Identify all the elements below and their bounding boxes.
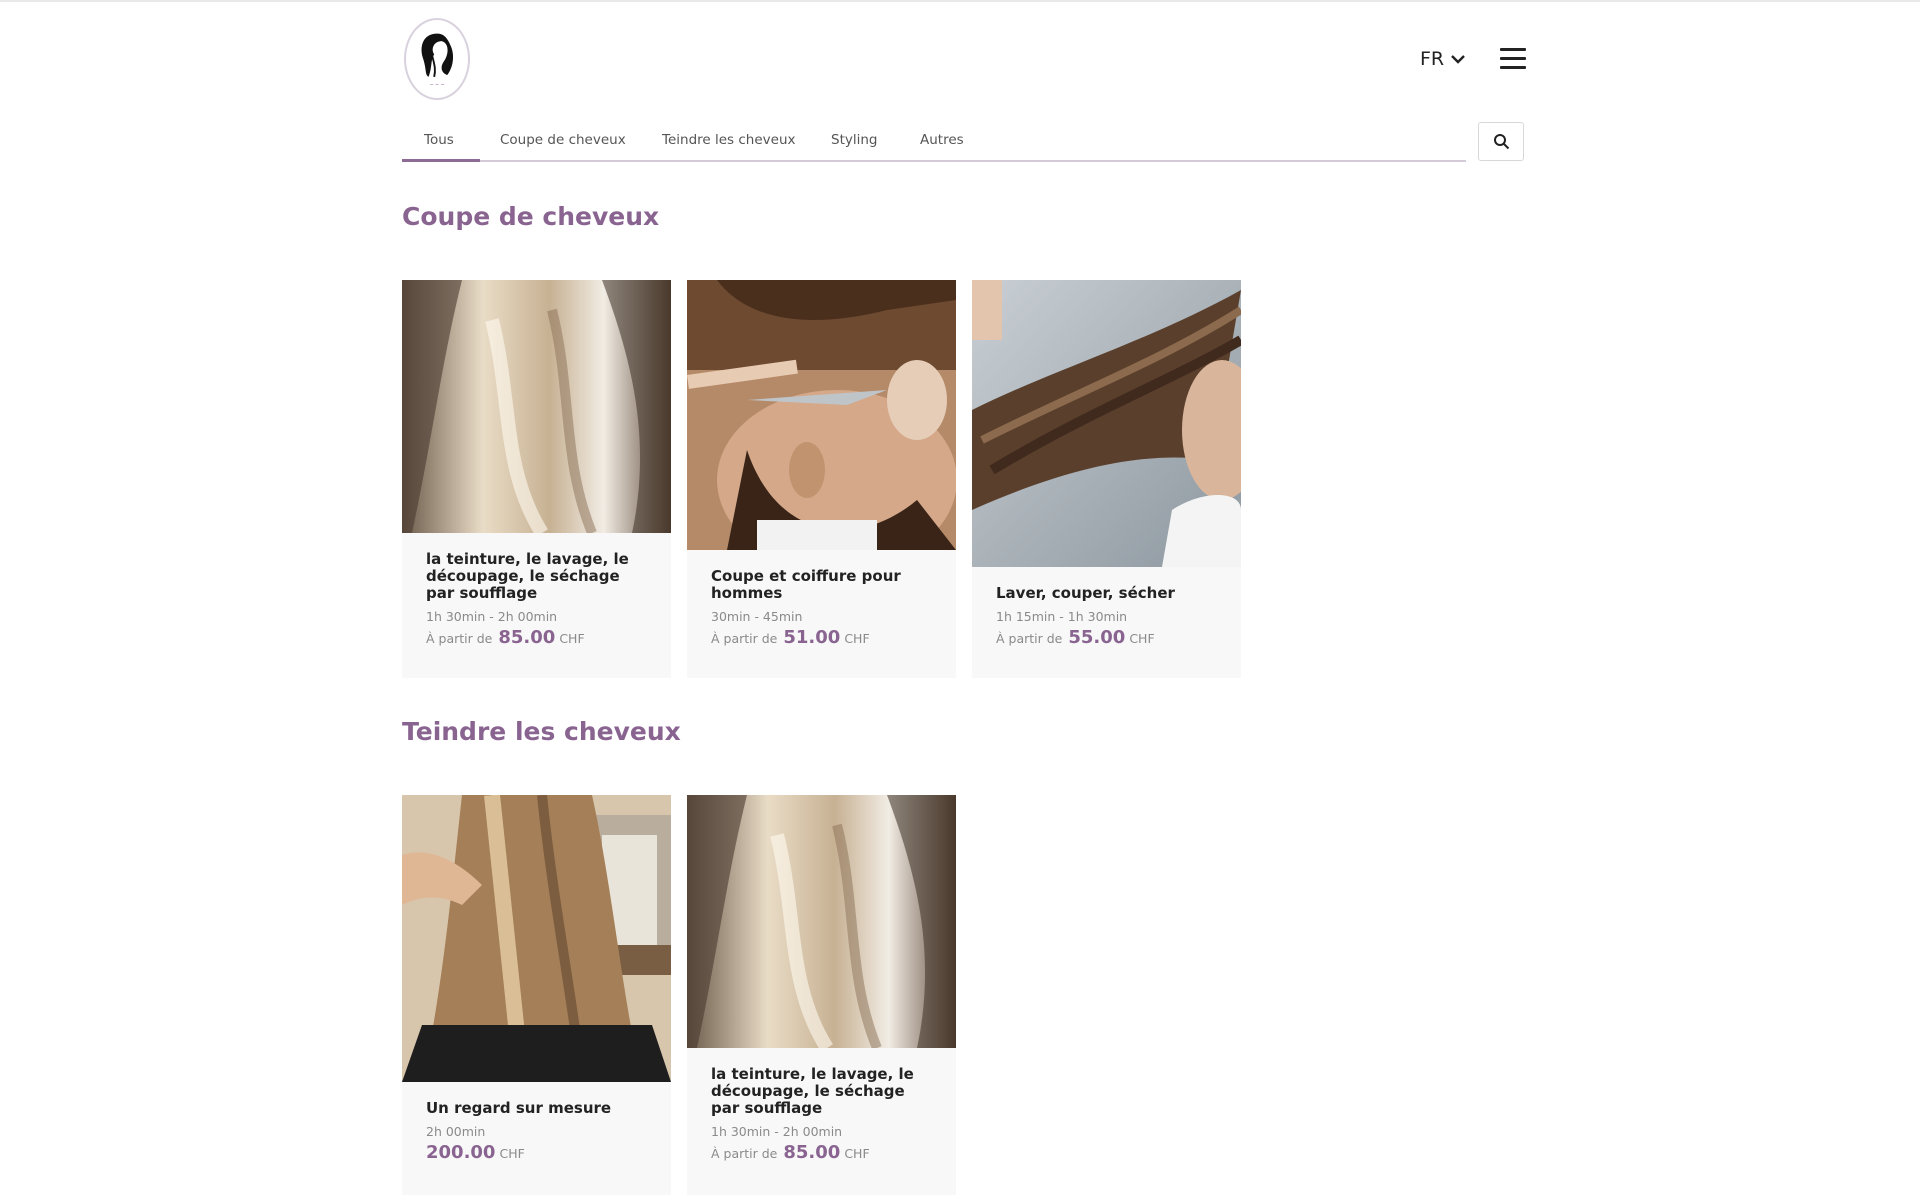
price-row: À partir de 51.00 CHF (711, 627, 932, 648)
salon-logo[interactable]: ~ ~ ~ (404, 18, 470, 100)
service-duration: 1h 15min - 1h 30min (996, 609, 1128, 624)
balayage-hair-image (687, 795, 956, 1048)
tab-coupe-de-cheveux[interactable]: Coupe de cheveux (500, 132, 626, 148)
service-price: 55.00 (1068, 627, 1126, 648)
chevron-down-icon (1451, 55, 1465, 64)
service-title: Coupe et coiffure pour hommes (711, 567, 901, 602)
price-from-label: À partir de (426, 631, 493, 646)
balayage-hair-image (402, 280, 671, 533)
service-price: 85.00 (498, 627, 556, 648)
svg-text:~ ~ ~: ~ ~ ~ (430, 83, 445, 88)
service-duration: 30min - 45min (711, 609, 803, 624)
top-divider (0, 0, 1920, 2)
service-card[interactable]: la teinture, le lavage, le découpage, le… (687, 795, 956, 1195)
service-duration: 1h 30min - 2h 00min (426, 609, 558, 624)
section-title-teindre: Teindre les cheveux (402, 717, 681, 746)
category-tabs: Tous Coupe de cheveux Teindre les cheveu… (402, 124, 1466, 162)
straight-hair-image (402, 795, 671, 1082)
service-duration: 2h 00min (426, 1124, 486, 1139)
price-from-label: À partir de (711, 631, 778, 646)
price-from-label: À partir de (711, 1146, 778, 1161)
price-from-label: À partir de (996, 631, 1063, 646)
tab-teindre-les-cheveux[interactable]: Teindre les cheveux (662, 132, 796, 148)
price-row: À partir de 55.00 CHF (996, 627, 1217, 648)
service-price: 51.00 (783, 627, 841, 648)
service-card[interactable]: la teinture, le lavage, le découpage, le… (402, 280, 671, 678)
price-row: À partir de 85.00 CHF (711, 1142, 932, 1163)
search-button[interactable] (1478, 122, 1524, 161)
service-title: la teinture, le lavage, le découpage, le… (426, 550, 629, 602)
service-title: Un regard sur mesure (426, 1099, 612, 1117)
service-price: 85.00 (783, 1142, 841, 1163)
tab-tous[interactable]: Tous (424, 132, 454, 148)
price-currency: CHF (844, 1146, 870, 1161)
price-currency: CHF (1129, 631, 1155, 646)
tab-autres[interactable]: Autres (920, 132, 964, 148)
service-title: Laver, couper, sécher (996, 584, 1175, 602)
section-title-coupe: Coupe de cheveux (402, 202, 660, 231)
language-label: FR (1420, 48, 1445, 70)
search-icon (1493, 134, 1509, 150)
price-currency: CHF (499, 1146, 525, 1161)
long-hair-cut-image (972, 280, 1241, 567)
active-tab-indicator (402, 159, 480, 162)
price-row: À partir de 85.00 CHF (426, 627, 647, 648)
price-currency: CHF (559, 631, 585, 646)
price-currency: CHF (844, 631, 870, 646)
men-haircut-image (687, 280, 956, 550)
logo-woman-silhouette-icon: ~ ~ ~ (421, 33, 454, 88)
tab-styling[interactable]: Styling (831, 132, 877, 148)
service-title: la teinture, le lavage, le découpage, le… (711, 1065, 914, 1117)
menu-icon[interactable] (1500, 48, 1526, 70)
service-card[interactable]: Laver, couper, sécher 1h 15min - 1h 30mi… (972, 280, 1241, 678)
service-card[interactable]: Coupe et coiffure pour hommes 30min - 45… (687, 280, 956, 678)
language-selector[interactable]: FR (1420, 48, 1466, 70)
service-price: 200.00 (426, 1142, 496, 1163)
price-row: 200.00 CHF (426, 1142, 647, 1163)
service-card[interactable]: Un regard sur mesure 2h 00min 200.00 CHF (402, 795, 671, 1195)
service-duration: 1h 30min - 2h 00min (711, 1124, 843, 1139)
